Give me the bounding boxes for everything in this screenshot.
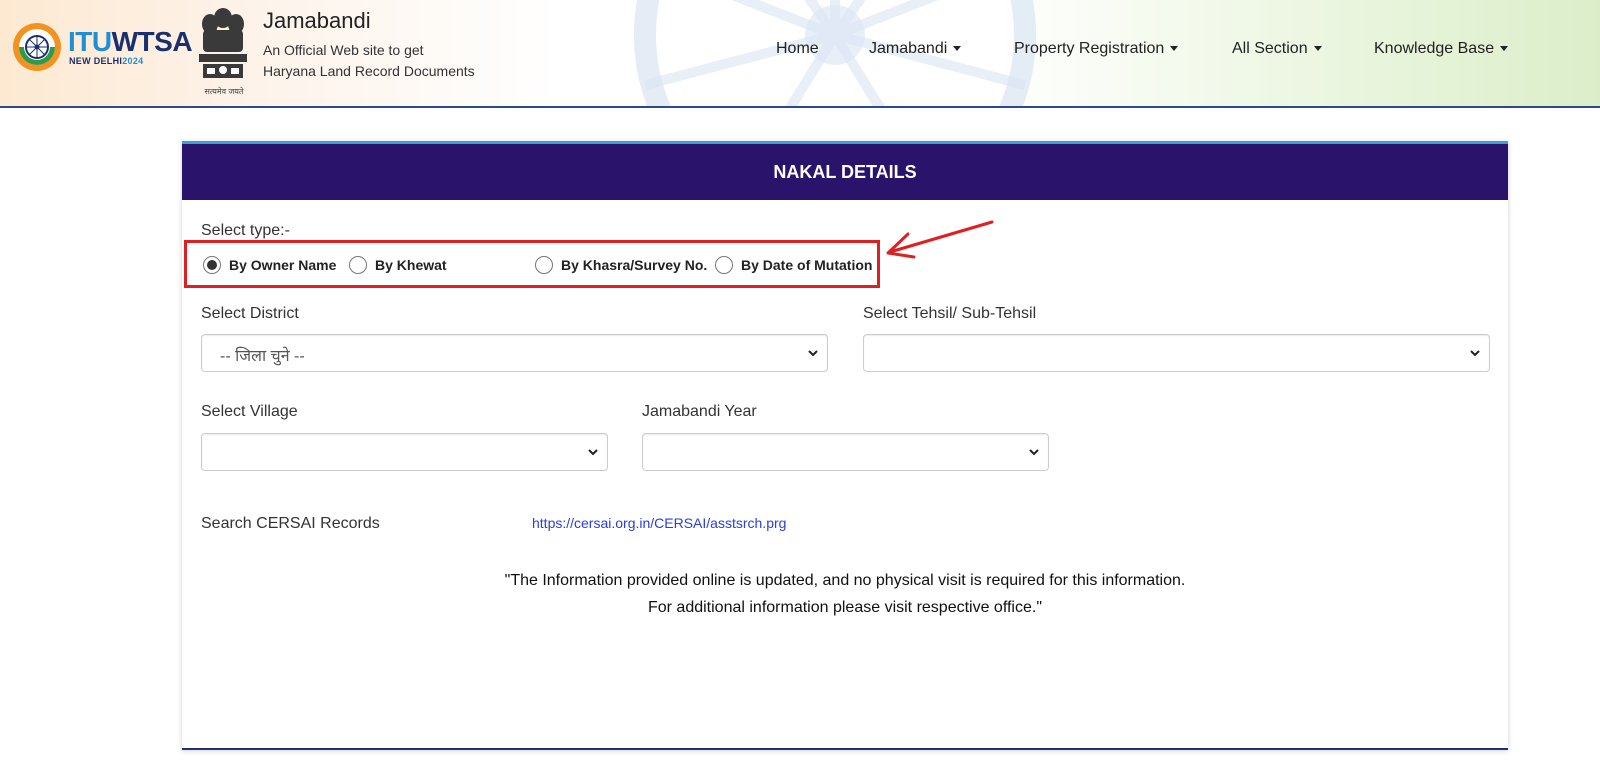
chevron-down-icon bbox=[1470, 350, 1480, 357]
radio-label: By Khewat bbox=[375, 257, 447, 273]
tehsil-label: Select Tehsil/ Sub-Tehsil bbox=[863, 305, 1037, 322]
village-label: Select Village bbox=[201, 403, 298, 420]
radio-unchecked-icon bbox=[715, 256, 733, 274]
tehsil-select[interactable] bbox=[863, 334, 1490, 372]
radio-unchecked-icon bbox=[535, 256, 553, 274]
radio-label: By Owner Name bbox=[229, 257, 337, 273]
nakal-details-card: NAKAL DETAILS Select type:- By Owner Nam… bbox=[182, 141, 1508, 750]
nav-property-registration[interactable]: Property Registration bbox=[1014, 40, 1179, 58]
radio-by-date-of-mutation[interactable]: By Date of Mutation bbox=[715, 254, 872, 276]
jamabandi-year-select[interactable] bbox=[642, 433, 1049, 471]
select-type-label: Select type:- bbox=[201, 222, 290, 239]
jamabandi-year-label: Jamabandi Year bbox=[642, 403, 757, 420]
radio-by-khewat[interactable]: By Khewat bbox=[349, 254, 447, 276]
caret-down-icon bbox=[1313, 46, 1322, 52]
radio-checked-icon bbox=[203, 256, 221, 274]
district-select[interactable]: -- जिला चुने -- bbox=[201, 334, 828, 372]
chevron-down-icon bbox=[588, 449, 598, 456]
caret-down-icon bbox=[1500, 46, 1509, 52]
annotation-arrow-icon bbox=[886, 220, 994, 259]
district-label: Select District bbox=[201, 305, 299, 322]
caret-down-icon bbox=[1170, 46, 1179, 52]
site-header: ITUWTSA NEW DELHI2024 सत्यमेव जयते Jamab… bbox=[0, 0, 1600, 108]
nav-jamabandi[interactable]: Jamabandi bbox=[869, 40, 962, 58]
radio-unchecked-icon bbox=[349, 256, 367, 274]
nav-all-section[interactable]: All Section bbox=[1232, 40, 1322, 58]
site-title: Jamabandi bbox=[263, 8, 371, 33]
cersai-label: Search CERSAI Records bbox=[201, 515, 380, 532]
info-note-line-2: For additional information please visit … bbox=[647, 599, 1043, 616]
radio-label: By Khasra/Survey No. bbox=[561, 257, 708, 273]
emblem-caption: सत्यमेव जयते bbox=[204, 87, 244, 96]
card-title: NAKAL DETAILS bbox=[182, 144, 1508, 200]
radio-label: By Date of Mutation bbox=[741, 257, 873, 273]
chevron-down-icon bbox=[808, 350, 818, 357]
chevron-down-icon bbox=[1029, 449, 1039, 456]
nav-knowledge-base[interactable]: Knowledge Base bbox=[1374, 40, 1509, 58]
nav-home[interactable]: Home bbox=[776, 40, 819, 58]
radio-by-owner-name[interactable]: By Owner Name bbox=[203, 254, 336, 276]
main-nav: Home Jamabandi Property Registration All… bbox=[0, 40, 1600, 64]
village-select[interactable] bbox=[201, 433, 608, 471]
info-note-line-1: "The Information provided online is upda… bbox=[504, 572, 1186, 589]
cersai-link[interactable]: https://cersai.org.in/CERSAI/asstsrch.pr… bbox=[532, 515, 786, 531]
site-subtitle-line-2: Haryana Land Record Documents bbox=[263, 63, 475, 79]
caret-down-icon bbox=[953, 46, 962, 52]
radio-by-khasra-survey-no[interactable]: By Khasra/Survey No. bbox=[535, 254, 707, 276]
district-select-value: -- जिला चुने -- bbox=[220, 348, 305, 365]
search-type-radio-group: By Owner Name By Khewat By Khasra/Survey… bbox=[184, 240, 880, 288]
